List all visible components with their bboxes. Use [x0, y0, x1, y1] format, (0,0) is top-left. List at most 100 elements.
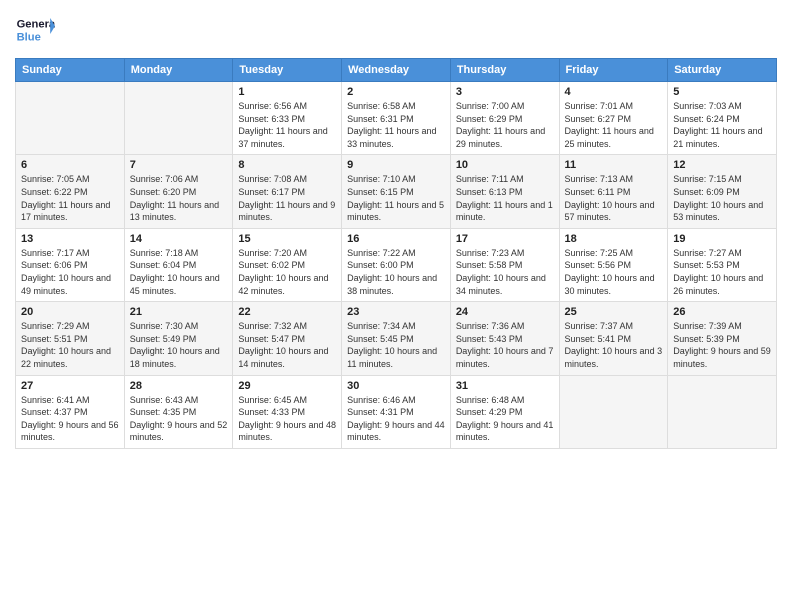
day-info: Sunrise: 7:15 AM Sunset: 6:09 PM Dayligh…: [673, 173, 771, 223]
day-info: Sunrise: 7:36 AM Sunset: 5:43 PM Dayligh…: [456, 320, 554, 370]
calendar-cell: 8Sunrise: 7:08 AM Sunset: 6:17 PM Daylig…: [233, 155, 342, 228]
day-number: 16: [347, 233, 445, 245]
day-info: Sunrise: 7:05 AM Sunset: 6:22 PM Dayligh…: [21, 173, 119, 223]
day-number: 19: [673, 233, 771, 245]
calendar-cell: 10Sunrise: 7:11 AM Sunset: 6:13 PM Dayli…: [450, 155, 559, 228]
day-info: Sunrise: 7:11 AM Sunset: 6:13 PM Dayligh…: [456, 173, 554, 223]
day-number: 2: [347, 86, 445, 98]
day-info: Sunrise: 7:18 AM Sunset: 6:04 PM Dayligh…: [130, 247, 228, 297]
calendar-cell: 27 Sunrise: 6:41 AM Sunset: 4:37 PM Dayli…: [16, 375, 125, 448]
day-number: 11: [565, 159, 663, 171]
calendar-cell: 29 Sunrise: 6:45 AM Sunset: 4:33 PM Dayli…: [233, 375, 342, 448]
day-info: Sunrise: 7:23 AM Sunset: 5:58 PM Dayligh…: [456, 247, 554, 297]
day-info: Sunrise: 7:03 AM Sunset: 6:24 PM Dayligh…: [673, 100, 771, 150]
weekday-header-row: SundayMondayTuesdayWednesdayThursdayFrid…: [16, 59, 777, 82]
calendar-cell: [124, 82, 233, 155]
day-info: Sunrise: 7:01 AM Sunset: 6:27 PM Dayligh…: [565, 100, 663, 150]
calendar-cell: [559, 375, 668, 448]
day-info: Sunrise: 7:20 AM Sunset: 6:02 PM Dayligh…: [238, 247, 336, 297]
day-info: Sunrise: 6:58 AM Sunset: 6:31 PM Dayligh…: [347, 100, 445, 150]
logo-icon: General Blue: [15, 10, 55, 50]
day-info: Sunrise: 7:34 AM Sunset: 5:45 PM Dayligh…: [347, 320, 445, 370]
day-info: Sunrise: 6:56 AM Sunset: 6:33 PM Dayligh…: [238, 100, 336, 150]
calendar-cell: 30Sunrise: 6:46 AM Sunset: 4:31 PM Dayli…: [342, 375, 451, 448]
day-info: Sunrise: 7:10 AM Sunset: 6:15 PM Dayligh…: [347, 173, 445, 223]
day-number: 13: [21, 233, 119, 245]
logo: General Blue: [15, 10, 61, 50]
day-number: 6: [21, 159, 119, 171]
weekday-header-sunday: Sunday: [16, 59, 125, 82]
calendar-cell: 12 Sunrise: 7:15 AM Sunset: 6:09 PM Dayli…: [668, 155, 777, 228]
calendar-cell: 22Sunrise: 7:32 AM Sunset: 5:47 PM Dayli…: [233, 302, 342, 375]
header: General Blue: [15, 10, 777, 50]
calendar-cell: 7 Sunrise: 7:06 AM Sunset: 6:20 PM Daylig…: [124, 155, 233, 228]
day-info: Sunrise: 6:48 AM Sunset: 4:29 PM Dayligh…: [456, 394, 554, 444]
svg-text:General: General: [17, 19, 55, 31]
day-info: Sunrise: 7:39 AM Sunset: 5:39 PM Dayligh…: [673, 320, 771, 370]
calendar-cell: [668, 375, 777, 448]
day-info: Sunrise: 7:00 AM Sunset: 6:29 PM Dayligh…: [456, 100, 554, 150]
weekday-header-wednesday: Wednesday: [342, 59, 451, 82]
weekday-header-monday: Monday: [124, 59, 233, 82]
calendar-cell: 6 Sunrise: 7:05 AM Sunset: 6:22 PM Daylig…: [16, 155, 125, 228]
day-number: 12: [673, 159, 771, 171]
weekday-header-saturday: Saturday: [668, 59, 777, 82]
page: General Blue SundayMondayTuesdayWednesda…: [0, 0, 792, 612]
day-number: 29: [238, 380, 336, 392]
day-info: Sunrise: 7:22 AM Sunset: 6:00 PM Dayligh…: [347, 247, 445, 297]
day-number: 9: [347, 159, 445, 171]
calendar-cell: 26 Sunrise: 7:39 AM Sunset: 5:39 PM Dayli…: [668, 302, 777, 375]
day-info: Sunrise: 6:43 AM Sunset: 4:35 PM Dayligh…: [130, 394, 228, 444]
weekday-header-tuesday: Tuesday: [233, 59, 342, 82]
day-number: 4: [565, 86, 663, 98]
day-info: Sunrise: 7:08 AM Sunset: 6:17 PM Dayligh…: [238, 173, 336, 223]
day-number: 24: [456, 306, 554, 318]
calendar-cell: 11 Sunrise: 7:13 AM Sunset: 6:11 PM Dayli…: [559, 155, 668, 228]
day-info: Sunrise: 6:46 AM Sunset: 4:31 PM Dayligh…: [347, 394, 445, 444]
calendar-week-row: 27 Sunrise: 6:41 AM Sunset: 4:37 PM Dayli…: [16, 375, 777, 448]
day-number: 21: [130, 306, 228, 318]
calendar-cell: 17 Sunrise: 7:23 AM Sunset: 5:58 PM Dayli…: [450, 228, 559, 301]
calendar-cell: 31 Sunrise: 6:48 AM Sunset: 4:29 PM Dayli…: [450, 375, 559, 448]
calendar-table: SundayMondayTuesdayWednesdayThursdayFrid…: [15, 58, 777, 449]
day-number: 3: [456, 86, 554, 98]
day-number: 23: [347, 306, 445, 318]
day-number: 1: [238, 86, 336, 98]
day-number: 31: [456, 380, 554, 392]
day-info: Sunrise: 7:25 AM Sunset: 5:56 PM Dayligh…: [565, 247, 663, 297]
calendar-cell: 21 Sunrise: 7:30 AM Sunset: 5:49 PM Dayli…: [124, 302, 233, 375]
calendar-cell: 1 Sunrise: 6:56 AM Sunset: 6:33 PM Daylig…: [233, 82, 342, 155]
calendar-cell: 16 Sunrise: 7:22 AM Sunset: 6:00 PM Dayli…: [342, 228, 451, 301]
day-info: Sunrise: 7:27 AM Sunset: 5:53 PM Dayligh…: [673, 247, 771, 297]
day-number: 26: [673, 306, 771, 318]
day-info: Sunrise: 7:17 AM Sunset: 6:06 PM Dayligh…: [21, 247, 119, 297]
weekday-header-friday: Friday: [559, 59, 668, 82]
calendar-cell: 13 Sunrise: 7:17 AM Sunset: 6:06 PM Dayli…: [16, 228, 125, 301]
weekday-header-thursday: Thursday: [450, 59, 559, 82]
day-number: 14: [130, 233, 228, 245]
day-info: Sunrise: 7:13 AM Sunset: 6:11 PM Dayligh…: [565, 173, 663, 223]
calendar-cell: 19 Sunrise: 7:27 AM Sunset: 5:53 PM Dayli…: [668, 228, 777, 301]
calendar-week-row: 1 Sunrise: 6:56 AM Sunset: 6:33 PM Daylig…: [16, 82, 777, 155]
day-info: Sunrise: 6:45 AM Sunset: 4:33 PM Dayligh…: [238, 394, 336, 444]
calendar-cell: 18Sunrise: 7:25 AM Sunset: 5:56 PM Dayli…: [559, 228, 668, 301]
calendar-cell: [16, 82, 125, 155]
calendar-cell: 23 Sunrise: 7:34 AM Sunset: 5:45 PM Dayli…: [342, 302, 451, 375]
calendar-cell: 9 Sunrise: 7:10 AM Sunset: 6:15 PM Daylig…: [342, 155, 451, 228]
day-info: Sunrise: 7:37 AM Sunset: 5:41 PM Dayligh…: [565, 320, 663, 370]
calendar-cell: 25Sunrise: 7:37 AM Sunset: 5:41 PM Dayli…: [559, 302, 668, 375]
calendar-cell: 2 Sunrise: 6:58 AM Sunset: 6:31 PM Daylig…: [342, 82, 451, 155]
calendar-cell: 28 Sunrise: 6:43 AM Sunset: 4:35 PM Dayli…: [124, 375, 233, 448]
day-info: Sunrise: 7:06 AM Sunset: 6:20 PM Dayligh…: [130, 173, 228, 223]
day-number: 27: [21, 380, 119, 392]
day-info: Sunrise: 7:30 AM Sunset: 5:49 PM Dayligh…: [130, 320, 228, 370]
day-number: 15: [238, 233, 336, 245]
calendar-cell: 5Sunrise: 7:03 AM Sunset: 6:24 PM Daylig…: [668, 82, 777, 155]
calendar-week-row: 20Sunrise: 7:29 AM Sunset: 5:51 PM Dayli…: [16, 302, 777, 375]
calendar-cell: 3 Sunrise: 7:00 AM Sunset: 6:29 PM Daylig…: [450, 82, 559, 155]
day-info: Sunrise: 6:41 AM Sunset: 4:37 PM Dayligh…: [21, 394, 119, 444]
calendar-cell: 15 Sunrise: 7:20 AM Sunset: 6:02 PM Dayli…: [233, 228, 342, 301]
day-number: 28: [130, 380, 228, 392]
day-number: 17: [456, 233, 554, 245]
day-number: 7: [130, 159, 228, 171]
